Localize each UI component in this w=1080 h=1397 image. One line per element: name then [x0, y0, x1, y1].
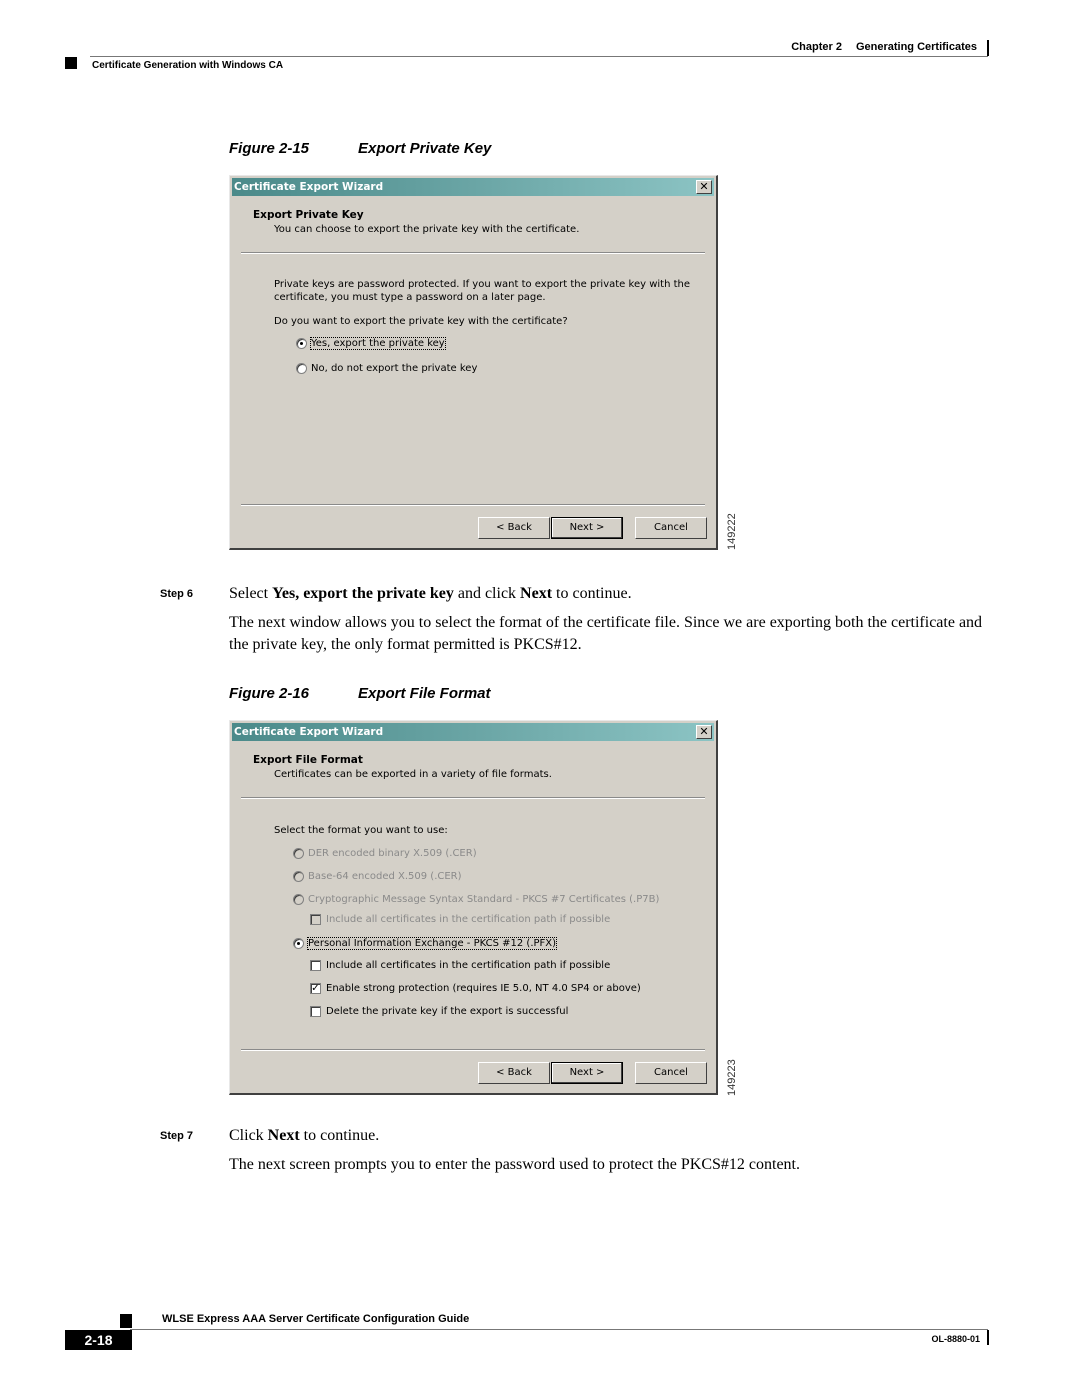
image-id: 149222 — [726, 513, 738, 550]
checkbox-label: Enable strong protection (requires IE 5.… — [326, 983, 641, 994]
radio-der-format[interactable]: DER encoded binary X.509 (.CER) — [293, 848, 477, 859]
image-id: 149223 — [726, 1059, 738, 1096]
wizard-subheading: You can choose to export the private key… — [274, 224, 580, 235]
divider — [241, 252, 705, 254]
checkbox-delete-private-key[interactable]: Delete the private key if the export is … — [310, 1006, 568, 1017]
checkbox-checked-icon[interactable]: ✓ — [310, 983, 321, 994]
checkbox-p7b-include-all[interactable]: Include all certificates in the certific… — [310, 914, 610, 925]
question-text: Do you want to export the private key wi… — [274, 316, 568, 327]
radio-label: Yes, export the private key — [310, 337, 446, 350]
divider — [241, 504, 705, 506]
radio-pkcs12-format[interactable]: Personal Information Exchange - PKCS #12… — [293, 937, 558, 950]
wizard-subheading: Certificates can be exported in a variet… — [274, 769, 552, 780]
checkbox-label: Delete the private key if the export is … — [326, 1006, 569, 1017]
radio-disabled-icon[interactable] — [293, 871, 304, 882]
footer-block — [120, 1314, 132, 1328]
radio-unselected-icon[interactable] — [296, 363, 307, 374]
text: to continue. — [299, 1127, 380, 1144]
radio-disabled-icon[interactable] — [293, 894, 304, 905]
radio-selected-icon[interactable] — [293, 938, 304, 949]
checkbox-pfx-include-all[interactable]: Include all certificates in the certific… — [310, 960, 610, 971]
doc-number: OL-8880-01 — [931, 1334, 980, 1344]
wizard-heading: Export File Format — [253, 754, 363, 766]
dialog-titlebar: Certificate Export Wizard ✕ — [232, 723, 714, 741]
window-title: Certificate Export Wizard — [234, 726, 384, 738]
header-bar — [987, 40, 989, 56]
figure-title: Export Private Key — [358, 140, 492, 157]
wizard-heading: Export Private Key — [253, 209, 364, 221]
header-rule — [90, 56, 988, 57]
dialog-titlebar: Certificate Export Wizard ✕ — [232, 178, 714, 196]
divider — [241, 797, 705, 799]
radio-label: DER encoded binary X.509 (.CER) — [308, 848, 477, 859]
text: Select — [229, 585, 273, 602]
radio-label: No, do not export the private key — [311, 363, 478, 374]
step-label: Step 6 — [160, 588, 194, 600]
checkbox-label: Include all certificates in the certific… — [326, 960, 611, 971]
next-button[interactable]: Next > — [551, 1062, 623, 1084]
bold-text: Next — [520, 585, 553, 602]
chapter-heading: Chapter 2 Generating Certificates — [777, 41, 977, 53]
export-private-key-dialog: Certificate Export Wizard ✕ Export Priva… — [229, 175, 718, 550]
radio-selected-icon[interactable] — [296, 338, 307, 349]
figure-number: Figure 2-16 — [229, 685, 310, 702]
figure-caption: Figure 2-15 Export Private Key — [229, 140, 491, 157]
next-button[interactable]: Next > — [551, 517, 623, 539]
text: to continue. — [552, 585, 632, 602]
divider — [241, 1049, 705, 1051]
back-button[interactable]: < Back — [478, 517, 550, 539]
radio-label: Personal Information Exchange - PKCS #12… — [306, 937, 558, 950]
info-paragraph: Private keys are password protected. If … — [274, 279, 690, 303]
chapter-title: Generating Certificates — [855, 41, 977, 53]
bold-text: Yes, export the private key — [272, 585, 454, 602]
step-explanation: The next screen prompts you to enter the… — [229, 1156, 800, 1173]
export-file-format-dialog: Certificate Export Wizard ✕ Export File … — [229, 720, 718, 1095]
checkbox-strong-protection[interactable]: ✓ Enable strong protection (requires IE … — [310, 983, 641, 994]
radio-yes-export[interactable]: Yes, export the private key — [296, 337, 446, 350]
cancel-button[interactable]: Cancel — [635, 1062, 707, 1084]
footer-bar — [987, 1330, 989, 1345]
figure-title: Export File Format — [358, 685, 491, 702]
close-icon[interactable]: ✕ — [696, 180, 712, 194]
radio-label: Cryptographic Message Syntax Standard - … — [308, 894, 660, 905]
radio-pkcs7-format[interactable]: Cryptographic Message Syntax Standard - … — [293, 894, 659, 905]
step-instruction: Click Next to continue. — [229, 1125, 999, 1147]
format-prompt: Select the format you want to use: — [274, 825, 448, 836]
header-block — [65, 57, 77, 69]
cancel-button[interactable]: Cancel — [635, 517, 707, 539]
bold-text: Next — [267, 1127, 300, 1144]
step-label: Step 7 — [160, 1130, 194, 1142]
text: Click — [229, 1127, 268, 1144]
radio-no-export[interactable]: No, do not export the private key — [296, 363, 477, 374]
checkbox-unchecked-icon[interactable] — [310, 960, 321, 971]
step-explanation: The next window allows you to select the… — [229, 614, 983, 653]
figure-caption: Figure 2-16 Export File Format — [229, 685, 491, 702]
radio-base64-format[interactable]: Base-64 encoded X.509 (.CER) — [293, 871, 462, 882]
checkbox-disabled-icon[interactable] — [310, 914, 321, 925]
guide-title: WLSE Express AAA Server Certificate Conf… — [162, 1313, 470, 1325]
checkbox-unchecked-icon[interactable] — [310, 1006, 321, 1017]
radio-label: Base-64 encoded X.509 (.CER) — [308, 871, 462, 882]
figure-number: Figure 2-15 — [229, 140, 310, 157]
section-title: Certificate Generation with Windows CA — [92, 60, 284, 71]
chapter-label: Chapter 2 — [791, 41, 842, 53]
back-button[interactable]: < Back — [478, 1062, 550, 1084]
text: and click — [453, 585, 521, 602]
footer-rule — [130, 1329, 988, 1330]
page-number: 2-18 — [65, 1330, 132, 1350]
step-instruction: Select Yes, export the private key and c… — [229, 583, 999, 605]
radio-disabled-icon[interactable] — [293, 848, 304, 859]
checkbox-label: Include all certificates in the certific… — [326, 914, 611, 925]
window-title: Certificate Export Wizard — [234, 181, 384, 193]
close-icon[interactable]: ✕ — [696, 725, 712, 739]
